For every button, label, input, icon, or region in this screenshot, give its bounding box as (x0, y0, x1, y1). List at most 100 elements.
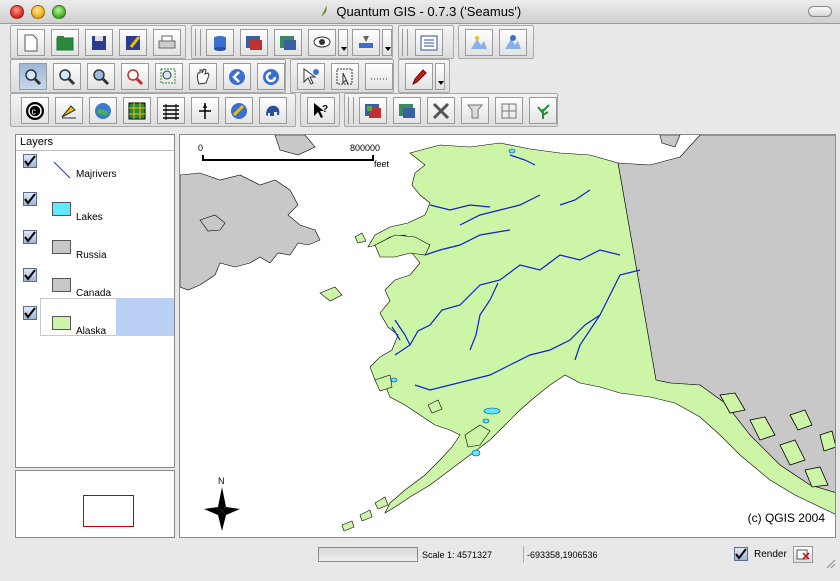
plugin-dropdown[interactable] (382, 29, 392, 56)
scalebar-tool-icon (61, 104, 76, 118)
zoom-full-button[interactable] (87, 63, 115, 90)
toolbar-row-file (10, 25, 534, 59)
legend-item-russia[interactable]: Russia (16, 230, 174, 268)
toolbar-grip[interactable] (348, 97, 354, 124)
checkmark-icon (24, 307, 36, 319)
grass-region-button[interactable] (359, 97, 387, 124)
layer-name: Alaska (76, 326, 107, 337)
checkmark-icon (24, 155, 36, 167)
layer-visibility-checkbox[interactable] (23, 230, 37, 244)
toolbar-grip[interactable] (195, 29, 201, 56)
qgis-logo-icon (320, 5, 327, 17)
save-as-button[interactable] (119, 29, 147, 56)
map-canvas[interactable]: 0 800000 feet N (c) QGIS 2004 (179, 134, 836, 538)
zoom-in-button[interactable] (19, 63, 47, 90)
spit-icon (231, 102, 247, 119)
add-postgis-layer-button[interactable] (274, 29, 302, 56)
layer-visibility-checkbox[interactable] (23, 192, 37, 206)
north-arrow-tool-button[interactable] (191, 97, 219, 124)
pan-button[interactable] (189, 63, 217, 90)
grass-plant-icon (537, 103, 550, 119)
grass-plant-button[interactable] (529, 97, 557, 124)
zoom-to-selection-button[interactable] (121, 63, 149, 90)
legend-item-lakes[interactable]: Lakes (16, 192, 174, 230)
layer-name: Majrivers (76, 169, 117, 180)
whats-this-button[interactable]: ? (307, 97, 335, 124)
add-raster-layer-button[interactable] (240, 29, 268, 56)
spit-button[interactable] (225, 97, 253, 124)
map-features (180, 135, 835, 532)
zoom-last-button[interactable] (223, 63, 251, 90)
save-as-icon (126, 35, 141, 50)
georeferencer-button[interactable] (89, 97, 117, 124)
render-checkbox[interactable] (734, 547, 748, 561)
gps-icon (471, 35, 487, 49)
zoom-out-button[interactable] (53, 63, 81, 90)
north-arrow-icon: N (204, 476, 240, 531)
identify-button[interactable] (297, 63, 325, 90)
whats-this-icon: ? (314, 102, 328, 118)
toolbar-grip[interactable] (402, 29, 408, 56)
overview-extent-rectangle[interactable] (83, 495, 134, 527)
svg-text:c: c (32, 106, 37, 116)
grass-new-button[interactable] (461, 97, 489, 124)
attribute-table-button[interactable] (415, 29, 443, 56)
open-project-button[interactable] (51, 29, 79, 56)
toolbar-file (10, 25, 186, 59)
scale-bar: 0 800000 feet (198, 143, 398, 173)
gps-button[interactable] (465, 29, 493, 56)
open-project-icon (56, 35, 74, 50)
capture-dropdown[interactable] (435, 63, 445, 90)
postgis-button[interactable] (259, 97, 287, 124)
checkmark-icon (735, 548, 747, 560)
toolbar-help: ? (300, 93, 340, 127)
scalebar-tool-button[interactable] (55, 97, 83, 124)
resize-grip-icon[interactable] (824, 557, 836, 569)
postgis-icon (266, 105, 280, 116)
checkmark-icon (24, 193, 36, 205)
grass-icon (505, 34, 521, 49)
fill-swatch (52, 240, 71, 254)
new-project-button[interactable] (17, 29, 45, 56)
capture-icon (412, 68, 427, 85)
show-all-layers-button[interactable] (308, 29, 336, 56)
legend-item-alaska[interactable]: Alaska (16, 298, 174, 344)
toolbar-attributes (398, 25, 454, 59)
capture-button[interactable] (405, 63, 433, 90)
legend-item-majrivers[interactable]: Majrivers (16, 154, 174, 192)
refresh-button[interactable] (257, 63, 285, 90)
grass-button[interactable] (499, 29, 527, 56)
add-vector-layer-button[interactable] (206, 29, 234, 56)
toolbar-capture (398, 59, 450, 93)
copyright-label: (c) QGIS 2004 (747, 511, 825, 525)
grass-edit-button[interactable] (427, 97, 455, 124)
layer-visibility-checkbox[interactable] (23, 268, 37, 282)
layer-visibility-checkbox[interactable] (23, 154, 37, 168)
window-title: Quantum GIS - 0.7.3 ('Seamus') (336, 4, 522, 19)
save-project-button[interactable] (85, 29, 113, 56)
print-button[interactable] (153, 29, 181, 56)
show-all-layers-icon (313, 36, 331, 47)
grass-sel-button[interactable] (495, 97, 523, 124)
zoom-to-layer-button[interactable] (155, 63, 183, 90)
copyright-button[interactable]: c (21, 97, 49, 124)
plugin-button[interactable] (352, 29, 380, 56)
graticule-button[interactable] (123, 97, 151, 124)
layer-visibility-checkbox[interactable] (23, 306, 37, 320)
scale-bar-unit: feet (374, 159, 390, 169)
coordinate-readout: -693358,1906536 (523, 546, 728, 563)
attribute-table-icon (420, 35, 438, 50)
overview-map[interactable] (15, 470, 175, 538)
add-postgis-layer-icon (280, 35, 296, 50)
toolbar-toggle-button[interactable] (808, 6, 832, 17)
delimited-text-button[interactable] (157, 97, 185, 124)
checkmark-icon (24, 269, 36, 281)
select-button[interactable] (331, 63, 359, 90)
render-label: Render (754, 549, 787, 560)
layer-legend[interactable]: Layers Majrivers Lakes Russia Canada Ala… (15, 134, 175, 468)
grass-tools-button[interactable] (393, 97, 421, 124)
show-layers-dropdown[interactable] (338, 29, 348, 56)
measure-button[interactable] (365, 63, 393, 90)
stop-render-button[interactable] (793, 546, 813, 563)
scale-bar-line (202, 155, 374, 161)
